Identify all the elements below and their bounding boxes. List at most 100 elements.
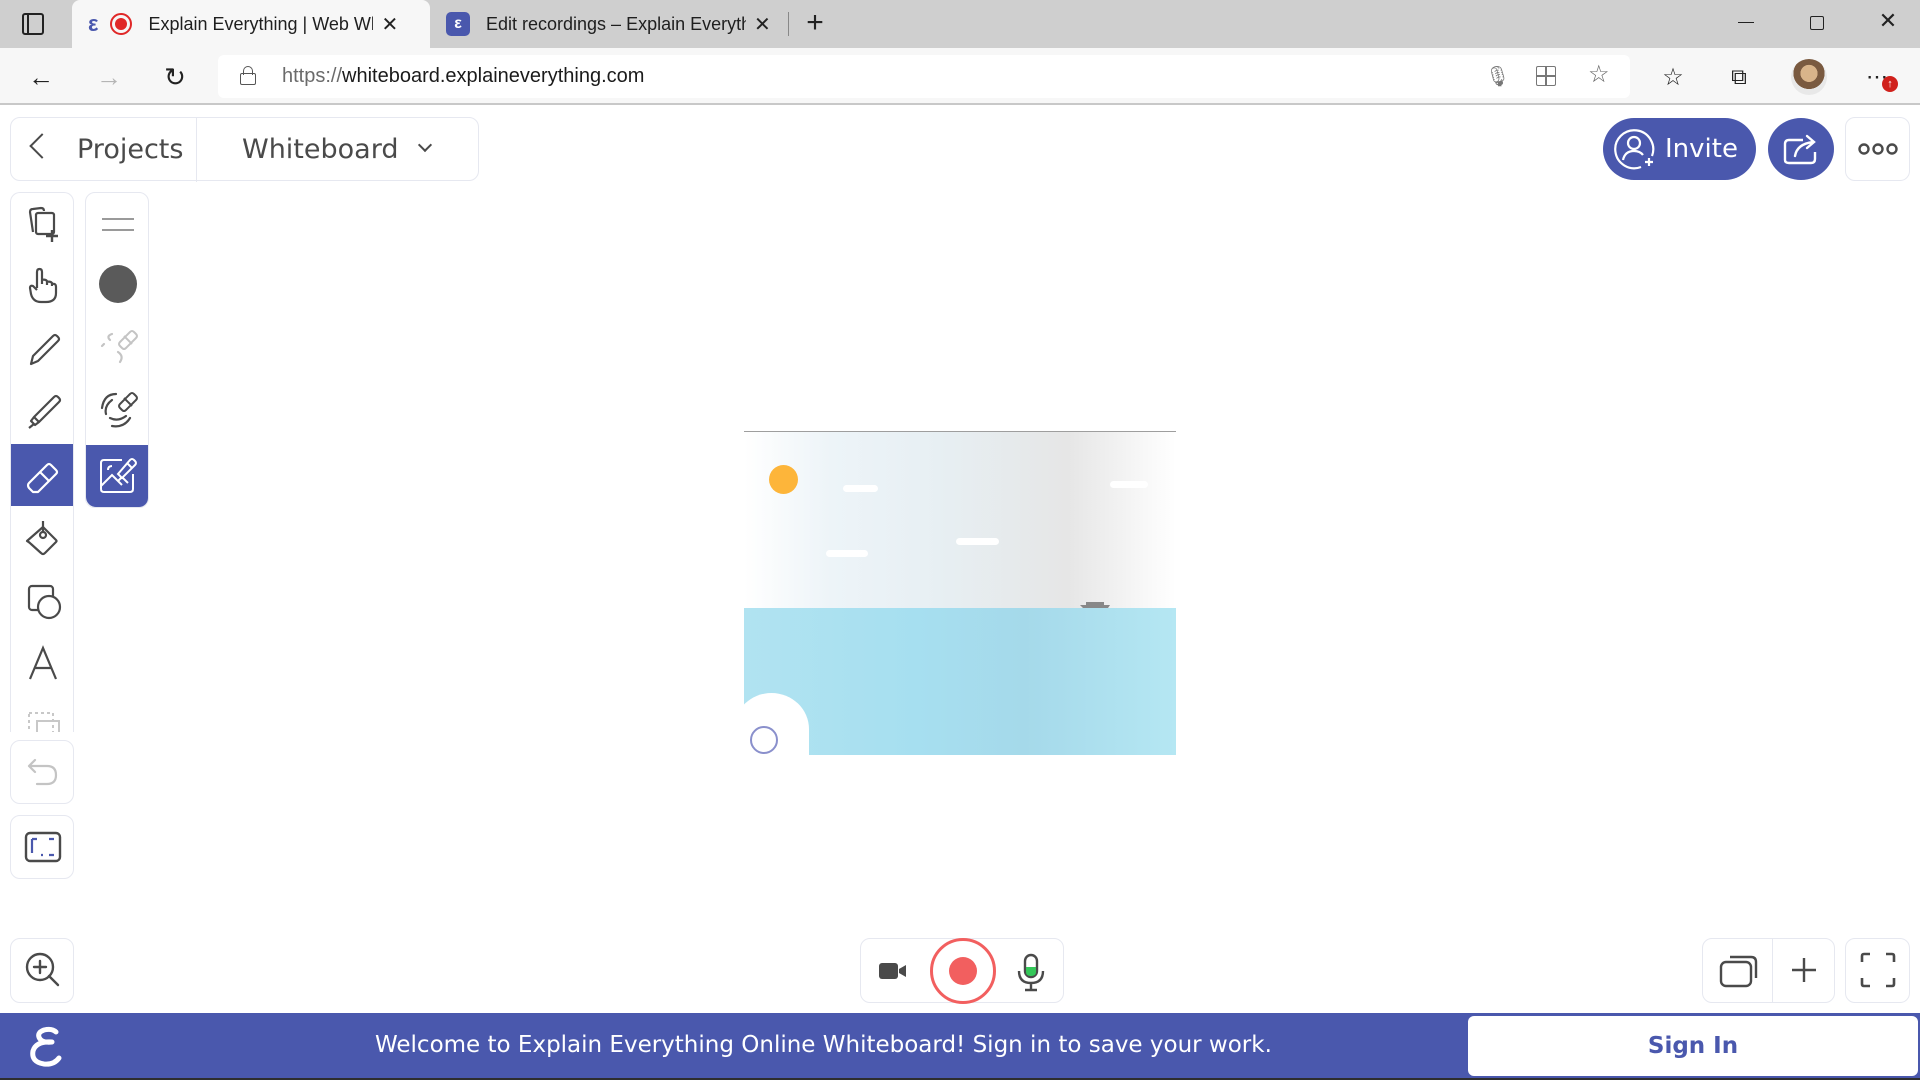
more-options-button[interactable] <box>1845 117 1910 181</box>
tab-edit-recordings[interactable]: ε Edit recordings – Explain Everything ✕ <box>438 0 778 48</box>
add-user-icon <box>1614 129 1655 170</box>
tool-pen[interactable] <box>11 317 73 379</box>
plus-icon <box>1792 958 1816 982</box>
invite-label: Invite <box>1665 134 1738 164</box>
fullscreen-panel <box>1845 938 1910 1003</box>
erase-area-icon <box>100 392 138 428</box>
paint-bucket-icon <box>25 521 58 556</box>
project-header: Projects Whiteboard <box>10 117 479 182</box>
microphone-icon[interactable]: 🎙 <box>1485 64 1510 89</box>
explain-everything-logo-icon: ε <box>446 12 470 36</box>
fullscreen-icon <box>1860 952 1896 988</box>
tool-eraser[interactable] <box>11 444 73 506</box>
sign-in-button[interactable]: Sign In <box>1468 1016 1918 1076</box>
add-slide-button[interactable] <box>1772 939 1836 1001</box>
eraser-cursor <box>750 726 778 754</box>
back-chevron-icon[interactable] <box>29 133 55 159</box>
close-tab-icon[interactable]: ✕ <box>754 12 771 37</box>
sky-area <box>744 431 1176 608</box>
pen-icon <box>29 333 61 366</box>
microphone-level-icon <box>1017 953 1045 992</box>
share-button[interactable] <box>1768 118 1834 180</box>
eraser-icon <box>26 462 59 494</box>
whiteboard-image[interactable] <box>744 431 1176 755</box>
camera-button[interactable] <box>875 953 911 989</box>
profile-avatar[interactable] <box>1791 59 1827 95</box>
app-grid-icon[interactable] <box>1536 66 1556 86</box>
record-button[interactable] <box>930 938 996 1004</box>
banner-message: Welcome to Explain Everything Online Whi… <box>375 1032 1272 1058</box>
fullscreen-button[interactable] <box>1846 939 1910 1001</box>
tool-text[interactable] <box>11 632 73 694</box>
pages-panel <box>1702 938 1835 1003</box>
record-dot-icon <box>949 957 977 985</box>
undo-panel <box>10 740 74 804</box>
sun-shape <box>769 465 798 494</box>
lasso-icon <box>28 712 60 732</box>
share-icon <box>1783 134 1817 165</box>
back-icon[interactable]: ← <box>24 60 58 94</box>
erase-image-icon <box>100 458 137 493</box>
color-swatch-icon <box>99 265 137 303</box>
chevron-down-icon[interactable] <box>417 137 433 153</box>
eraser-options-toolbar <box>85 192 149 508</box>
favorites-icon[interactable]: ☆ <box>1656 60 1690 94</box>
tool-highlighter[interactable] <box>11 379 73 441</box>
tab-title: Edit recordings – Explain Everything <box>486 13 746 34</box>
slides-icon <box>1719 955 1758 988</box>
microphone-button[interactable] <box>1013 953 1049 993</box>
erase-strokes-icon <box>100 330 138 364</box>
close-window-button[interactable]: ✕ <box>1876 8 1900 38</box>
invite-button[interactable]: Invite <box>1603 118 1756 180</box>
add-favorite-icon[interactable]: ☆ <box>1588 60 1610 89</box>
tool-shapes[interactable] <box>11 570 73 632</box>
new-tab-button[interactable]: + <box>800 6 830 40</box>
zoom-panel <box>10 938 74 1003</box>
highlighter-icon <box>28 394 62 429</box>
collections-icon[interactable]: ⧉ <box>1722 60 1756 94</box>
tool-lasso[interactable] <box>11 694 73 732</box>
recording-indicator-icon <box>110 13 133 35</box>
close-tab-icon[interactable]: ✕ <box>381 12 398 37</box>
sidebar-toggle-icon[interactable] <box>22 13 44 35</box>
slides-button[interactable] <box>1706 939 1770 1001</box>
frame-view-button[interactable] <box>11 816 75 878</box>
erase-area-option[interactable] <box>86 377 148 439</box>
undo-button[interactable] <box>11 741 75 803</box>
erase-image-option[interactable] <box>86 445 148 507</box>
recording-controls <box>860 938 1064 1004</box>
browser-tab-bar: ε Explain Everything | Web Whiteboard ✕ … <box>0 0 1920 48</box>
tool-add-slide[interactable] <box>11 193 73 255</box>
shapes-icon <box>27 584 62 620</box>
tool-fill[interactable] <box>11 508 73 570</box>
add-slide-icon <box>28 206 58 242</box>
tab-explain-everything[interactable]: ε Explain Everything | Web Whiteboard ✕ <box>72 0 430 48</box>
projects-link[interactable]: Projects <box>77 134 183 165</box>
refresh-icon[interactable]: ↻ <box>158 60 192 94</box>
ship-shape <box>1080 600 1110 608</box>
tool-hand[interactable] <box>11 255 73 317</box>
restore-button[interactable] <box>1810 16 1824 30</box>
explain-everything-logo-icon: ε <box>88 11 99 36</box>
project-title[interactable]: Whiteboard <box>242 134 398 165</box>
eraser-color-option[interactable] <box>86 253 148 315</box>
address-bar[interactable]: https://whiteboard.explaineverything.com… <box>218 55 1630 98</box>
update-badge-icon: ↑ <box>1882 76 1898 92</box>
tab-divider <box>788 12 789 36</box>
camera-icon <box>879 963 906 979</box>
line-weight-icon <box>102 218 134 231</box>
eraser-size-option[interactable] <box>86 193 148 255</box>
erase-strokes-option[interactable] <box>86 315 148 377</box>
zoom-in-icon <box>25 952 60 987</box>
lock-icon[interactable] <box>240 66 256 85</box>
zoom-in-button[interactable] <box>11 939 75 1001</box>
header-divider <box>196 118 197 182</box>
text-icon <box>28 645 58 680</box>
url-text[interactable]: https://whiteboard.explaineverything.com <box>282 65 644 88</box>
cloud <box>843 485 878 492</box>
main-toolbar <box>10 192 74 732</box>
forward-icon[interactable]: → <box>92 60 126 94</box>
minimize-button[interactable] <box>1738 22 1754 23</box>
explain-everything-logo-icon <box>30 1026 62 1067</box>
undo-icon <box>27 758 58 786</box>
